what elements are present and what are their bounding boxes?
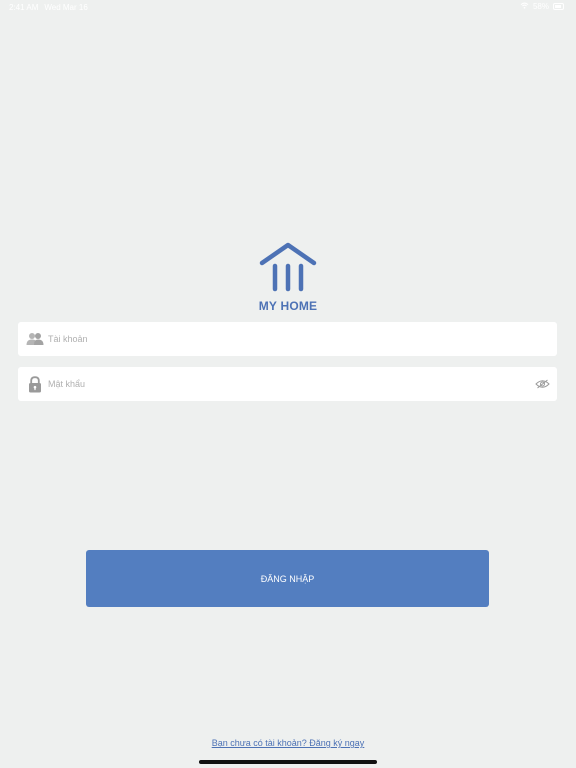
users-icon	[22, 332, 48, 346]
home-indicator[interactable]	[199, 760, 377, 764]
lock-icon	[22, 375, 48, 393]
username-input[interactable]	[48, 322, 557, 356]
status-date: Wed Mar 16	[44, 3, 88, 12]
username-field[interactable]	[18, 322, 557, 356]
status-time: 2:41 AM	[9, 3, 39, 12]
battery-icon	[553, 3, 564, 10]
password-input[interactable]	[48, 367, 531, 401]
login-button[interactable]: ĐĂNG NHẬP	[86, 550, 489, 607]
battery-percent: 58%	[532, 2, 549, 11]
status-bar: 2:41 AM Wed Mar 16 58%	[0, 0, 576, 14]
home-icon	[258, 242, 318, 292]
register-link[interactable]: Bạn chưa có tài khoản? Đăng ký ngay	[0, 738, 576, 748]
status-left: 2:41 AM Wed Mar 16	[9, 3, 88, 12]
eye-hidden-icon[interactable]	[531, 379, 553, 389]
app-title: MY HOME	[258, 299, 318, 313]
status-right: 58%	[520, 2, 564, 11]
wifi-icon	[520, 2, 529, 11]
password-field[interactable]	[18, 367, 557, 401]
